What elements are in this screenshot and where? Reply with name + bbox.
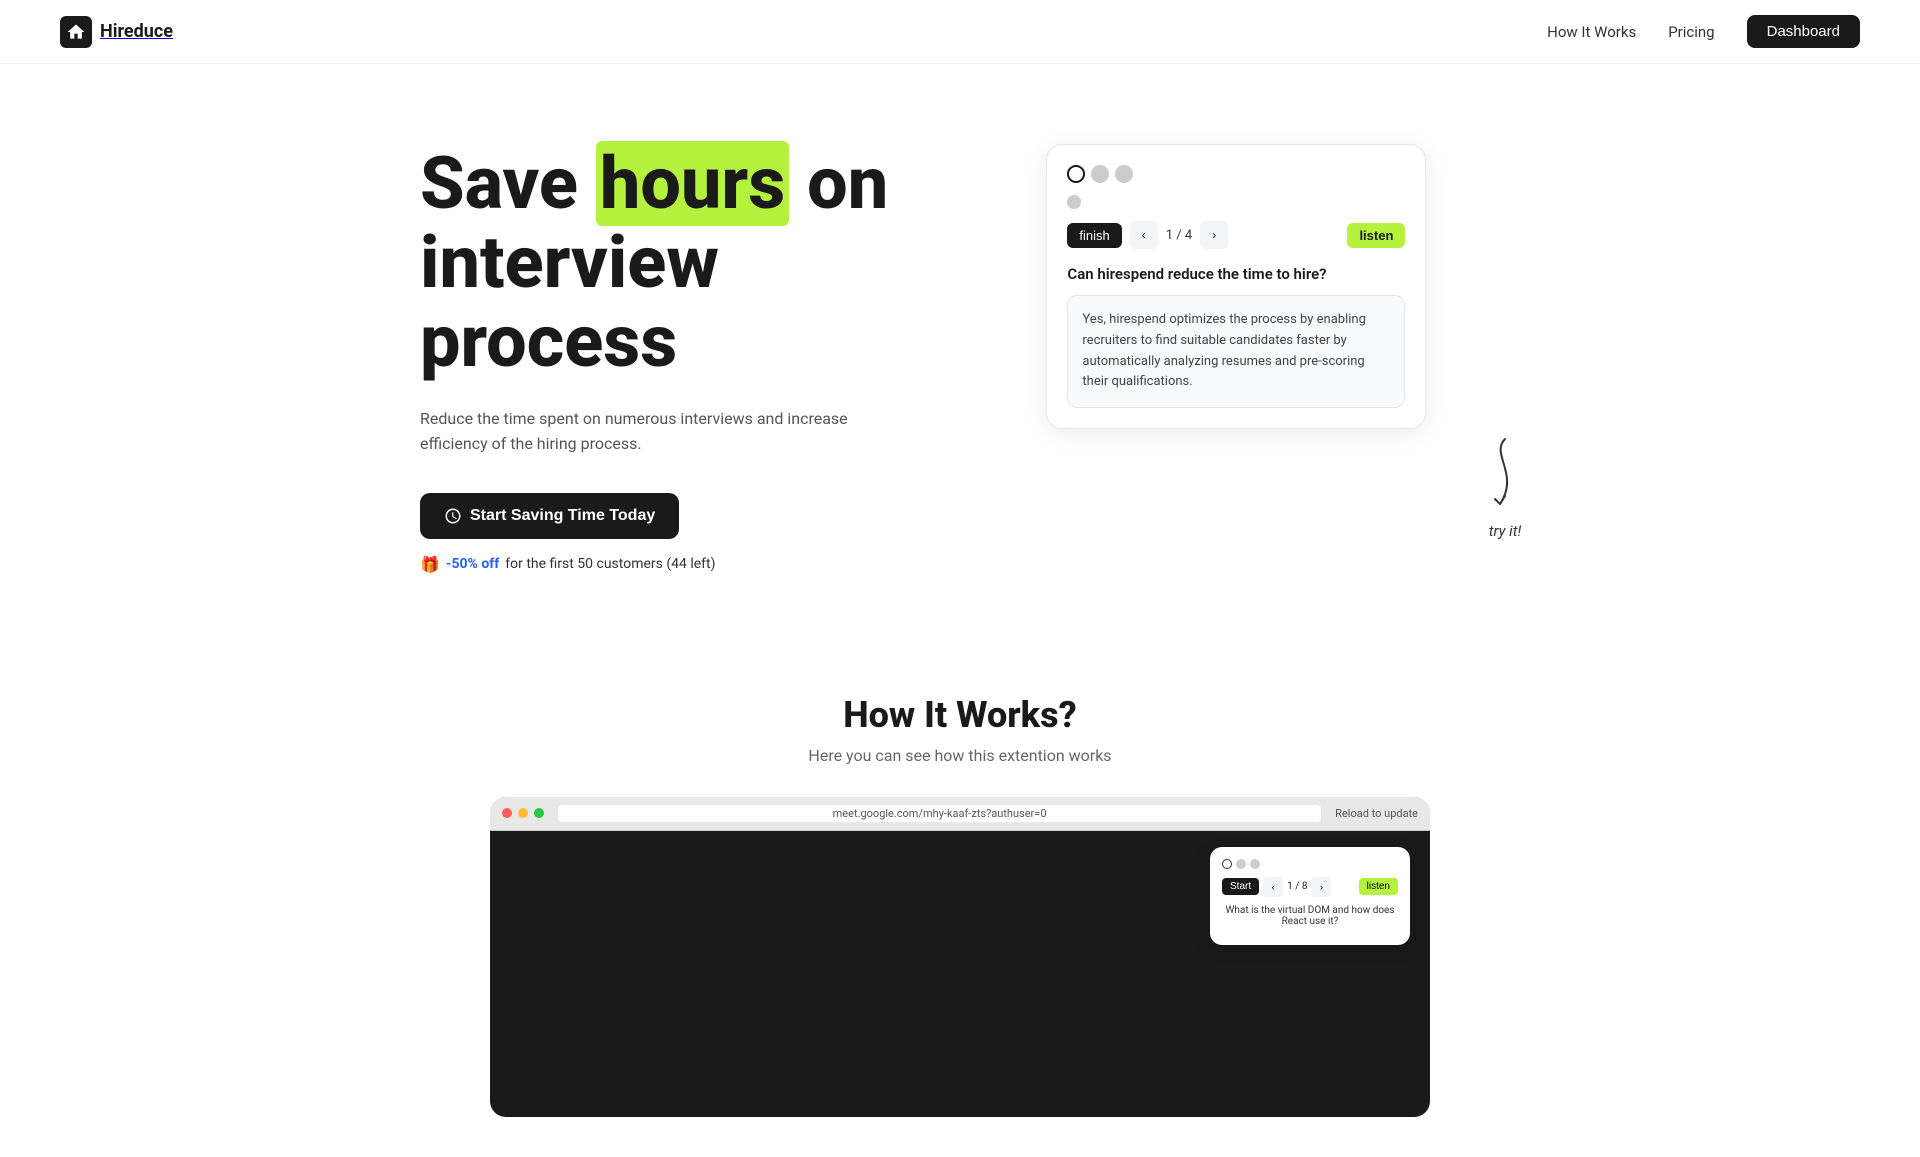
hero-section: Save hours oninterviewprocess Reduce the… (360, 64, 1560, 634)
clock-icon (444, 507, 462, 525)
iw-prev-button[interactable]: ‹ (1263, 877, 1283, 897)
promo-percentage: -50% off (446, 556, 499, 572)
widget-dots-row2 (1067, 195, 1405, 209)
hero-title-highlight: hours (596, 141, 789, 226)
try-it-arrow-icon (1480, 434, 1530, 514)
how-it-works-section: How It Works? Here you can see how this … (0, 634, 1920, 1157)
nav-links: How It Works Pricing Dashboard (1547, 15, 1860, 48)
iw-page-indicator: 1 / 8 (1287, 881, 1307, 892)
how-title: How It Works? (60, 694, 1860, 736)
browser-bar: meet.google.com/mhy-kaaf-zts?authuser=0 … (490, 797, 1430, 831)
inner-widget-dots (1222, 859, 1398, 869)
inner-widget-controls: Start ‹ 1 / 8 › listen (1222, 877, 1398, 897)
widget-finish-button[interactable]: finish (1067, 223, 1121, 248)
cta-button[interactable]: Start Saving Time Today (420, 493, 679, 539)
widget-answer: Yes, hirespend optimizes the process by … (1067, 295, 1405, 408)
iw-listen-button[interactable]: listen (1359, 878, 1398, 895)
widget-question: Can hirespend reduce the time to hire? (1067, 265, 1405, 283)
hero-right: finish ‹ 1 / 4 › listen Can hirespend re… (1046, 144, 1500, 429)
promo-bar: 🎁 -50% off for the first 50 customers (4… (420, 555, 1014, 574)
browser-reload: Reload to update (1335, 807, 1418, 820)
hero-left: Save hours oninterviewprocess Reduce the… (420, 144, 1014, 574)
iw-question: What is the virtual DOM and how does Rea… (1222, 905, 1398, 927)
browser-close-dot (502, 808, 512, 818)
browser-min-dot (518, 808, 528, 818)
try-it-label: try it! (1480, 522, 1530, 540)
widget-prev-button[interactable]: ‹ (1130, 221, 1158, 249)
dot-1 (1067, 165, 1085, 183)
browser-max-dot (534, 808, 544, 818)
dot-3 (1115, 165, 1133, 183)
widget-dots (1067, 165, 1405, 183)
logo-text: Hireduce (100, 21, 173, 42)
hero-cta: Start Saving Time Today (420, 493, 1014, 539)
how-subtitle: Here you can see how this extention work… (60, 746, 1860, 765)
logo-icon (60, 16, 92, 48)
try-it-callout: try it! (1480, 434, 1530, 540)
iw-dot-1 (1222, 859, 1232, 869)
demo-video-wrapper[interactable]: meet.google.com/mhy-kaaf-zts?authuser=0 … (490, 797, 1430, 1117)
nav-how-it-works[interactable]: How It Works (1547, 23, 1636, 41)
widget-controls: finish ‹ 1 / 4 › listen (1067, 221, 1405, 249)
widget-next-button[interactable]: › (1200, 221, 1228, 249)
widget-listen-button[interactable]: listen (1347, 223, 1405, 248)
dot-2 (1091, 165, 1109, 183)
dashboard-button[interactable]: Dashboard (1747, 15, 1860, 48)
widget-answer-text: Yes, hirespend optimizes the process by … (1082, 312, 1366, 389)
nav-pricing[interactable]: Pricing (1668, 23, 1714, 41)
inner-widget: Start ‹ 1 / 8 › listen What is the virtu… (1210, 847, 1410, 945)
iw-start-button[interactable]: Start (1222, 878, 1259, 895)
promo-suffix: for the first 50 customers (44 left) (505, 556, 715, 572)
iw-dot-3 (1250, 859, 1260, 869)
hero-title: Save hours oninterviewprocess (420, 144, 1014, 382)
iw-next-button[interactable]: › (1311, 877, 1331, 897)
hero-title-pre: Save (420, 141, 596, 226)
navbar: Hireduce How It Works Pricing Dashboard (0, 0, 1920, 64)
cta-button-label: Start Saving Time Today (470, 507, 655, 525)
dot-4 (1067, 195, 1081, 209)
promo-icon: 🎁 (420, 555, 440, 574)
hero-subtitle: Reduce the time spent on numerous interv… (420, 406, 900, 457)
widget-page-indicator: 1 / 4 (1166, 228, 1192, 243)
browser-url: meet.google.com/mhy-kaaf-zts?authuser=0 (558, 805, 1321, 822)
logo-link[interactable]: Hireduce (60, 16, 173, 48)
widget-card: finish ‹ 1 / 4 › listen Can hirespend re… (1046, 144, 1426, 429)
iw-dot-2 (1236, 859, 1246, 869)
